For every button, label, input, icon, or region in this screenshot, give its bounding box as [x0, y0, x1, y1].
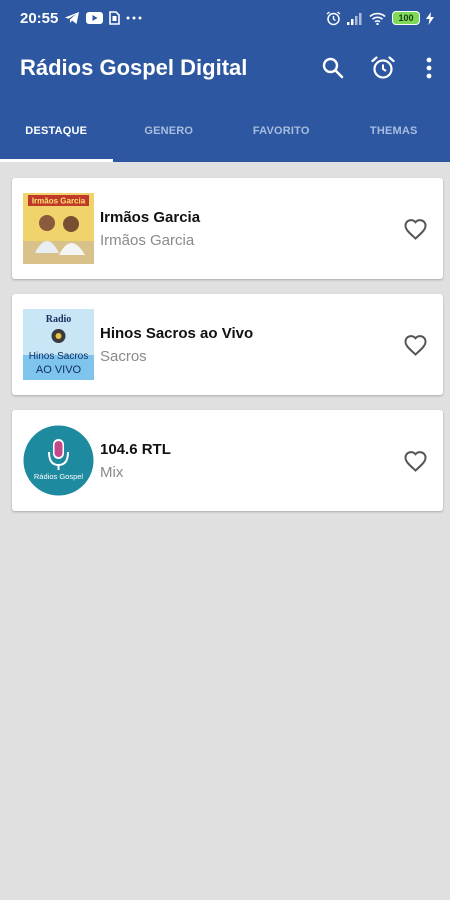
station-title: Hinos Sacros ao Vivo [100, 324, 254, 342]
tab-destaque[interactable]: DESTAQUE [0, 100, 113, 162]
tab-bar: DESTAQUE GENERO FAVORITO THEMAS [0, 100, 450, 162]
app-title: Rádios Gospel Digital [20, 55, 248, 80]
status-time: 20:55 [20, 9, 59, 27]
station-title: Irmãos Garcia [100, 208, 201, 226]
heart-outline-icon [403, 334, 427, 356]
search-icon [322, 57, 344, 79]
station-subtitle: Mix [100, 463, 124, 481]
app-bar: Rádios Gospel Digital [0, 36, 450, 100]
signal-icon [347, 12, 363, 25]
station-subtitle: Sacros [100, 347, 147, 365]
heart-outline-icon [403, 218, 427, 240]
station-subtitle: Irmãos Garcia [100, 231, 195, 249]
wifi-icon [369, 12, 386, 25]
tab-label: GENERO [144, 125, 194, 137]
station-thumbnail: Radio Hinos Sacros AO VIVO [23, 309, 94, 380]
thumbnail-text: AO VIVO [36, 364, 82, 376]
youtube-icon [86, 12, 104, 24]
thumbnail-text: Irmãos Garcia [32, 197, 86, 206]
station-card[interactable]: Rádios Gospel 104.6 RTL Mix [12, 410, 443, 511]
search-button[interactable] [308, 44, 358, 92]
tab-label: FAVORITO [252, 125, 310, 137]
more-vert-icon [426, 57, 432, 79]
station-card[interactable]: Radio Hinos Sacros AO VIVO Hinos Sacros … [12, 294, 443, 395]
thumbnail-text: Radio [46, 314, 72, 325]
station-card[interactable]: Irmãos Garcia Irmãos Garcia Irmãos Garci… [12, 178, 443, 279]
thumbnail-text: Rádios Gospel [34, 472, 84, 481]
station-thumbnail: Rádios Gospel [23, 425, 94, 496]
sim-icon [109, 11, 121, 25]
more-dots-icon [126, 16, 142, 20]
station-list: Irmãos Garcia Irmãos Garcia Irmãos Garci… [12, 178, 443, 526]
alarm-icon [326, 10, 341, 26]
more-options-button[interactable] [408, 44, 450, 92]
favorite-button[interactable] [387, 201, 443, 257]
status-bar: 20:55 100 [0, 0, 450, 36]
tab-themas[interactable]: THEMAS [338, 100, 450, 162]
telegram-icon [64, 11, 80, 25]
tab-genero[interactable]: GENERO [113, 100, 226, 162]
station-thumbnail: Irmãos Garcia [23, 193, 94, 264]
tab-favorito[interactable]: FAVORITO [225, 100, 338, 162]
tab-label: DESTAQUE [25, 125, 88, 137]
battery-indicator: 100 [392, 11, 420, 25]
heart-outline-icon [403, 450, 427, 472]
alarm-clock-button[interactable] [358, 44, 408, 92]
favorite-button[interactable] [387, 433, 443, 489]
favorite-button[interactable] [387, 317, 443, 373]
tab-label: THEMAS [369, 125, 418, 137]
station-title: 104.6 RTL [100, 440, 171, 458]
charging-icon [426, 11, 434, 25]
thumbnail-text: Hinos Sacros [29, 351, 88, 362]
alarm-clock-icon [371, 56, 395, 79]
